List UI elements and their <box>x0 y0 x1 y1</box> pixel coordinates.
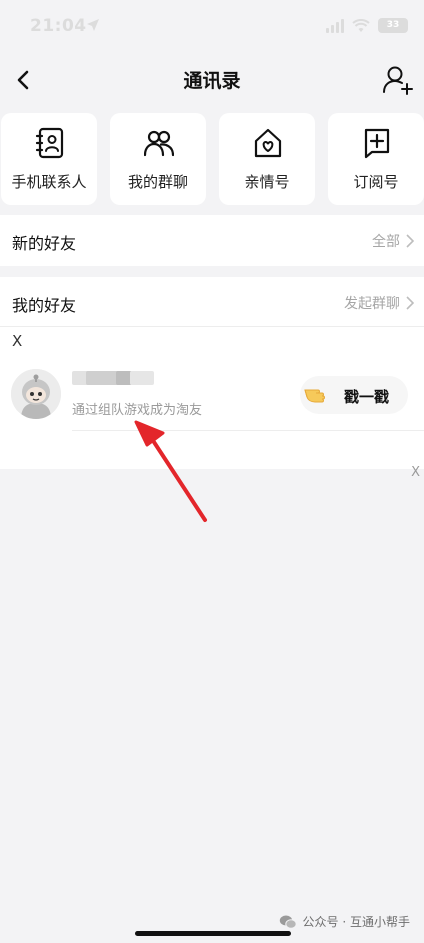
quick-entry-label: 订阅号 <box>353 173 399 191</box>
robot-avatar-icon <box>11 369 61 419</box>
wifi-icon <box>352 18 370 32</box>
my-friends-title: 我的好友 <box>12 296 77 315</box>
status-bar: 21:04 33 <box>0 0 424 56</box>
poke-label: 戳一戳 <box>344 388 390 406</box>
poke-button[interactable]: 戳一戳 <box>300 376 408 414</box>
status-time: 21:04 <box>30 16 87 36</box>
watermark-text: 公众号 · 互通小帮手 <box>302 915 410 929</box>
quick-entries: 手机联系人 我的群聊 亲情号 订阅号 <box>0 113 424 205</box>
chevron-right-icon <box>406 296 414 310</box>
divider <box>72 430 424 431</box>
status-indicators: 33 <box>326 18 408 33</box>
quick-entry-family-number[interactable]: 亲情号 <box>219 113 315 205</box>
quick-entry-phone-contacts[interactable]: 手机联系人 <box>1 113 97 205</box>
friend-subtitle: 通过组队游戏成为淘友 <box>72 403 203 418</box>
nav-bar: 通讯录 <box>0 56 424 104</box>
subscribe-plus-icon <box>364 128 390 159</box>
home-indicator[interactable] <box>135 931 291 936</box>
new-friends-all-link[interactable]: 全部 <box>372 231 400 251</box>
my-friends-panel: 我的好友 发起群聊 <box>0 277 424 469</box>
quick-entry-subscriptions[interactable]: 订阅号 <box>328 113 424 205</box>
new-friends-title: 新的好友 <box>12 234 77 253</box>
section-index-letter: X <box>12 332 23 350</box>
start-group-chat-link[interactable]: 发起群聊 <box>344 293 400 313</box>
pointing-hand-icon <box>304 389 325 403</box>
family-home-icon <box>254 128 282 158</box>
divider <box>0 326 424 327</box>
page-title: 通讯录 <box>183 70 241 92</box>
contacts-screen: 21:04 33 通讯录 手机联系人 我的群聊 亲情号 订阅号 新的好友 全部 … <box>0 0 424 943</box>
quick-entry-label: 手机联系人 <box>11 173 87 191</box>
contacts-book-icon <box>35 127 64 159</box>
group-chat-icon <box>144 130 174 157</box>
quick-entry-label: 亲情号 <box>244 173 290 191</box>
battery-icon: 33 <box>378 18 408 33</box>
new-friends-row[interactable]: 新的好友 全部 <box>0 215 424 266</box>
quick-entry-label: 我的群聊 <box>127 173 188 191</box>
avatar[interactable] <box>11 369 61 419</box>
wechat-icon <box>279 915 297 929</box>
watermark: 公众号 · 互通小帮手 <box>279 913 410 930</box>
close-button[interactable]: X <box>411 465 420 480</box>
add-friend-icon[interactable] <box>380 62 416 98</box>
signal-icon <box>326 18 344 33</box>
location-arrow-icon <box>87 19 99 31</box>
quick-entry-my-groups[interactable]: 我的群聊 <box>110 113 206 205</box>
friend-name-redacted <box>72 368 156 386</box>
chevron-right-icon <box>406 234 414 248</box>
